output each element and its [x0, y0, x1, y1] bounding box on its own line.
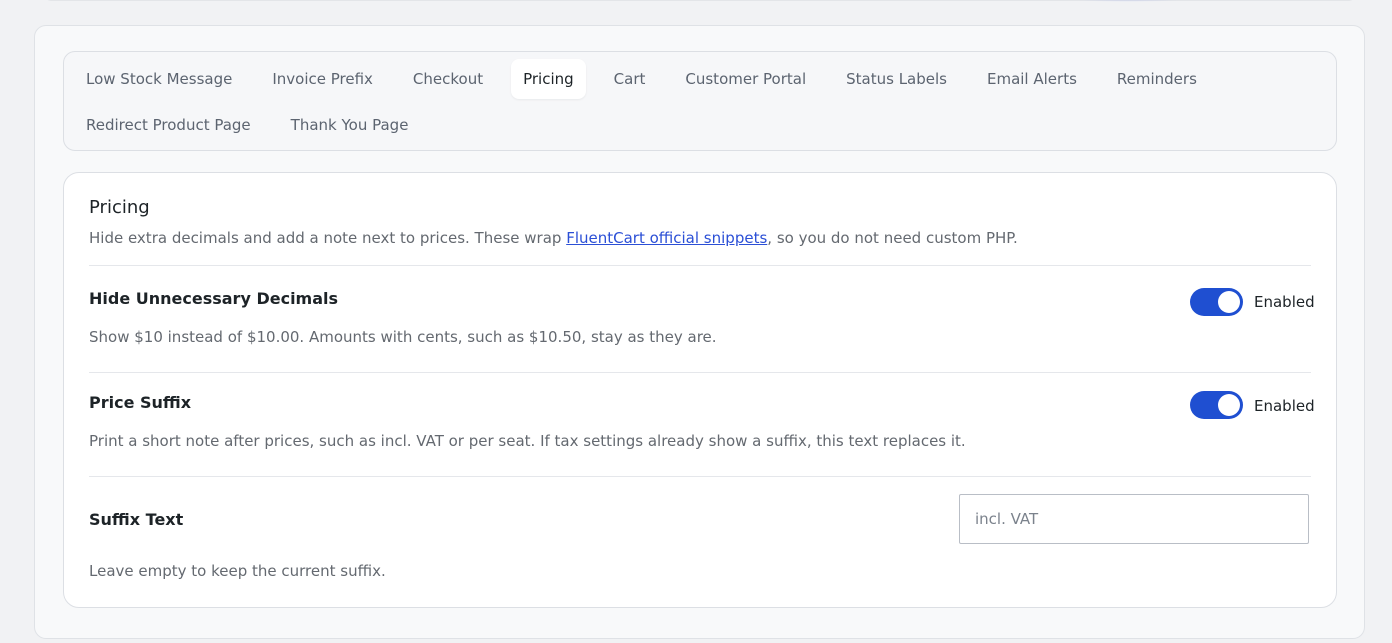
tab-reminders[interactable]: Reminders: [1105, 59, 1209, 99]
panel-description-text: Hide extra decimals and add a note next …: [89, 229, 567, 247]
suffix-text-input[interactable]: [959, 494, 1309, 544]
settings-tabs: Low Stock Message Invoice Prefix Checkou…: [63, 51, 1337, 151]
tab-pricing[interactable]: Pricing: [511, 59, 586, 99]
panel-description: Hide extra decimals and add a note next …: [89, 229, 1018, 247]
tab-low-stock-message[interactable]: Low Stock Message: [74, 59, 244, 99]
hide-decimals-toggle-label: Enabled: [1254, 293, 1315, 311]
hide-decimals-label: Hide Unnecessary Decimals: [89, 289, 339, 308]
tab-redirect-product-page[interactable]: Redirect Product Page: [74, 105, 263, 145]
tab-status-labels[interactable]: Status Labels: [834, 59, 959, 99]
price-suffix-toggle-label: Enabled: [1254, 397, 1315, 415]
tab-cart[interactable]: Cart: [602, 59, 658, 99]
previous-card-glow: [1066, 0, 1190, 2]
tab-checkout[interactable]: Checkout: [401, 59, 495, 99]
tab-invoice-prefix[interactable]: Invoice Prefix: [260, 59, 385, 99]
tab-email-alerts[interactable]: Email Alerts: [975, 59, 1089, 99]
tab-customer-portal[interactable]: Customer Portal: [673, 59, 818, 99]
suffix-text-label: Suffix Text: [89, 510, 184, 529]
pricing-panel: Pricing Hide extra decimals and add a no…: [63, 172, 1337, 608]
suffix-text-help: Leave empty to keep the current suffix.: [89, 562, 386, 580]
divider: [89, 372, 1311, 373]
price-suffix-help: Print a short note after prices, such as…: [89, 432, 966, 450]
panel-description-text-end: , so you do not need custom PHP.: [767, 229, 1018, 247]
price-suffix-label: Price Suffix: [89, 393, 192, 412]
panel-title: Pricing: [89, 197, 150, 218]
fluentcart-snippets-link[interactable]: FluentCart official snippets: [566, 229, 767, 247]
toggle-knob: [1218, 394, 1240, 416]
price-suffix-toggle[interactable]: [1190, 391, 1243, 419]
divider: [89, 265, 1311, 266]
toggle-knob: [1218, 291, 1240, 313]
divider: [89, 476, 1311, 477]
tab-thank-you-page[interactable]: Thank You Page: [279, 105, 421, 145]
hide-decimals-help: Show $10 instead of $10.00. Amounts with…: [89, 328, 717, 346]
hide-decimals-toggle[interactable]: [1190, 288, 1243, 316]
settings-container: Low Stock Message Invoice Prefix Checkou…: [34, 25, 1365, 639]
